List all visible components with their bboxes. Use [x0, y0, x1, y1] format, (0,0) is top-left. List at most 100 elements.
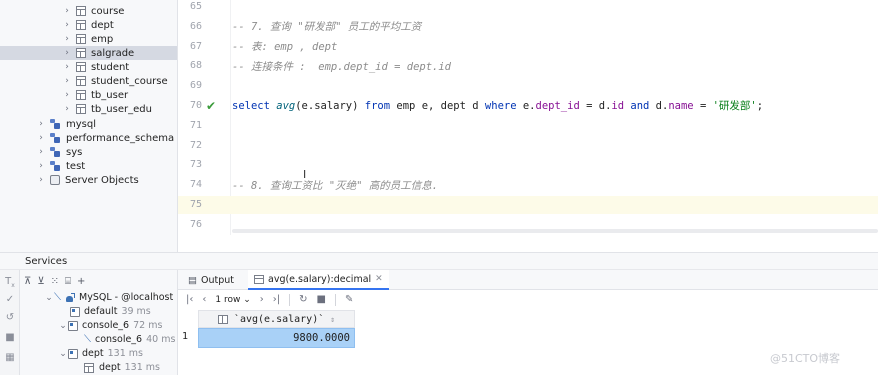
- column-header[interactable]: `avg(e.salary)` ⇕: [198, 310, 355, 328]
- tree-table-dept[interactable]: › dept: [0, 18, 177, 32]
- output-icon: ▤: [188, 274, 197, 286]
- chevron-right-icon[interactable]: ›: [62, 90, 72, 100]
- tree-table-salgrade[interactable]: › salgrade: [0, 46, 177, 60]
- tree-table-tb-user[interactable]: › tb_user: [0, 88, 177, 102]
- service-time: 131 ms: [107, 348, 143, 359]
- chevron-right-icon[interactable]: ›: [36, 161, 46, 171]
- tab-label: Output: [200, 274, 234, 286]
- sql-keyword: where: [484, 100, 517, 112]
- tree-schema-test[interactable]: › test: [0, 159, 177, 173]
- close-icon[interactable]: ✕: [375, 274, 383, 284]
- table-icon: [76, 62, 86, 72]
- table-icon: [76, 34, 86, 44]
- table-label: emp: [91, 33, 114, 45]
- chevron-down-icon[interactable]: ⌄: [58, 349, 68, 359]
- tree-table-tb-user-edu[interactable]: › tb_user_edu: [0, 102, 177, 116]
- service-dept-child[interactable]: dept 131 ms: [84, 361, 160, 374]
- service-mysql-connection[interactable]: ⌄ ⟍ MySQL - @localhost: [44, 291, 173, 304]
- tree-table-student[interactable]: › student: [0, 60, 177, 74]
- pin-icon[interactable]: ✎: [345, 294, 353, 305]
- tree-schema-mysql[interactable]: › mysql: [0, 117, 177, 131]
- chevron-down-icon[interactable]: ⌄: [44, 293, 54, 303]
- chevron-down-icon[interactable]: ⌄: [58, 321, 68, 331]
- services-toolbar: ⊼ ⊻ ⁙ ⌸ +: [20, 273, 178, 289]
- commit-check-icon[interactable]: ✓: [4, 294, 16, 306]
- tab-output[interactable]: ▤ Output: [182, 270, 240, 290]
- sql-field: name: [668, 100, 694, 112]
- tree-server-objects[interactable]: › Server Objects: [0, 173, 177, 187]
- sql-keyword: from: [364, 100, 391, 112]
- chevron-right-icon[interactable]: ›: [62, 48, 72, 58]
- chevron-right-icon[interactable]: ›: [62, 62, 72, 72]
- tree-table-emp[interactable]: › emp: [0, 32, 177, 46]
- chevron-right-icon[interactable]: ›: [36, 119, 46, 129]
- services-header: Services: [0, 252, 878, 270]
- expand-all-icon[interactable]: ⊼: [24, 276, 31, 287]
- chevron-right-icon[interactable]: ›: [36, 175, 46, 185]
- tree-schema-performance[interactable]: › performance_schema: [0, 131, 177, 145]
- column-icon: [217, 314, 228, 324]
- console-icon: [68, 320, 78, 331]
- line-number: 66: [189, 21, 202, 32]
- service-console-6[interactable]: ⌄ console_6 72 ms: [58, 319, 162, 332]
- chevron-right-icon[interactable]: ›: [36, 133, 46, 143]
- service-default[interactable]: default 39 ms: [70, 305, 151, 318]
- service-label: dept: [99, 362, 121, 373]
- stop-icon[interactable]: ■: [4, 332, 16, 344]
- tree-table-student-course[interactable]: › student_course: [0, 74, 177, 88]
- chevron-right-icon[interactable]: ›: [62, 76, 72, 86]
- sql-string: '研发部': [712, 100, 757, 112]
- sort-icon[interactable]: ⇕: [330, 315, 335, 324]
- rollback-icon[interactable]: ↺: [4, 312, 16, 324]
- sql-tables: emp e, dept d: [396, 100, 479, 112]
- stop-icon[interactable]: ■: [317, 294, 326, 305]
- chevron-right-icon[interactable]: ›: [62, 6, 72, 16]
- table-label: tb_user_edu: [91, 103, 152, 115]
- tree-schema-sys[interactable]: › sys: [0, 145, 177, 159]
- run-success-check-icon[interactable]: ✔: [206, 99, 216, 113]
- table-icon: [76, 76, 86, 86]
- line-number: 65: [189, 1, 202, 12]
- layout-icon[interactable]: ▦: [4, 352, 16, 364]
- tree-table-course[interactable]: › course: [0, 4, 177, 18]
- first-page-icon[interactable]: |‹: [186, 294, 193, 305]
- next-page-icon[interactable]: ›: [260, 294, 264, 305]
- tab-avg-salary[interactable]: avg(e.salary):decimal ✕: [248, 270, 389, 290]
- service-console-6-child[interactable]: ⟍ console_6 40 ms: [84, 333, 175, 346]
- sql-keyword: and: [630, 100, 650, 112]
- line-number: 70: [189, 100, 202, 111]
- prev-page-icon[interactable]: ‹: [202, 294, 206, 305]
- chevron-right-icon[interactable]: ›: [62, 34, 72, 44]
- watermark: @51CTO博客: [770, 352, 841, 365]
- database-tree: › course › dept › emp › salgrade › student › s…: [0, 0, 178, 252]
- table-icon: [76, 90, 86, 100]
- service-dept[interactable]: ⌄ dept 131 ms: [58, 347, 143, 360]
- server-objects-icon: [50, 175, 60, 185]
- table-label: salgrade: [91, 47, 135, 59]
- chevron-right-icon[interactable]: ›: [36, 147, 46, 157]
- results-toolbar: |‹ ‹ 1 row ⌄ › ›| ↻ ■ ✎: [178, 291, 878, 308]
- service-label: default: [84, 306, 118, 317]
- service-label: MySQL - @localhost: [79, 292, 174, 303]
- table-label: student: [91, 61, 130, 73]
- chevron-right-icon[interactable]: ›: [62, 20, 72, 30]
- group-icon[interactable]: ⁙: [51, 276, 59, 287]
- result-cell[interactable]: 9800.0000: [198, 328, 355, 348]
- chevron-right-icon[interactable]: ›: [62, 104, 72, 114]
- table-icon: [76, 20, 86, 30]
- rows-count-label: 1 row: [215, 294, 241, 305]
- last-page-icon[interactable]: ›|: [273, 294, 280, 305]
- add-icon[interactable]: +: [77, 276, 85, 287]
- tx-icon[interactable]: Tx: [4, 276, 16, 289]
- table-icon: [84, 362, 94, 373]
- filter-icon[interactable]: ⌸: [65, 276, 71, 287]
- row-number: 1: [182, 331, 189, 342]
- column-header-label: `avg(e.salary)`: [233, 313, 325, 325]
- line-number: 67: [189, 41, 202, 52]
- editor-horizontal-scrollbar[interactable]: [232, 229, 878, 233]
- rows-count-select[interactable]: 1 row ⌄: [215, 295, 250, 305]
- collapse-all-icon[interactable]: ⊻: [37, 276, 44, 287]
- refresh-icon[interactable]: ↻: [299, 294, 307, 305]
- table-icon: [76, 104, 86, 114]
- service-label: console_6: [82, 320, 130, 331]
